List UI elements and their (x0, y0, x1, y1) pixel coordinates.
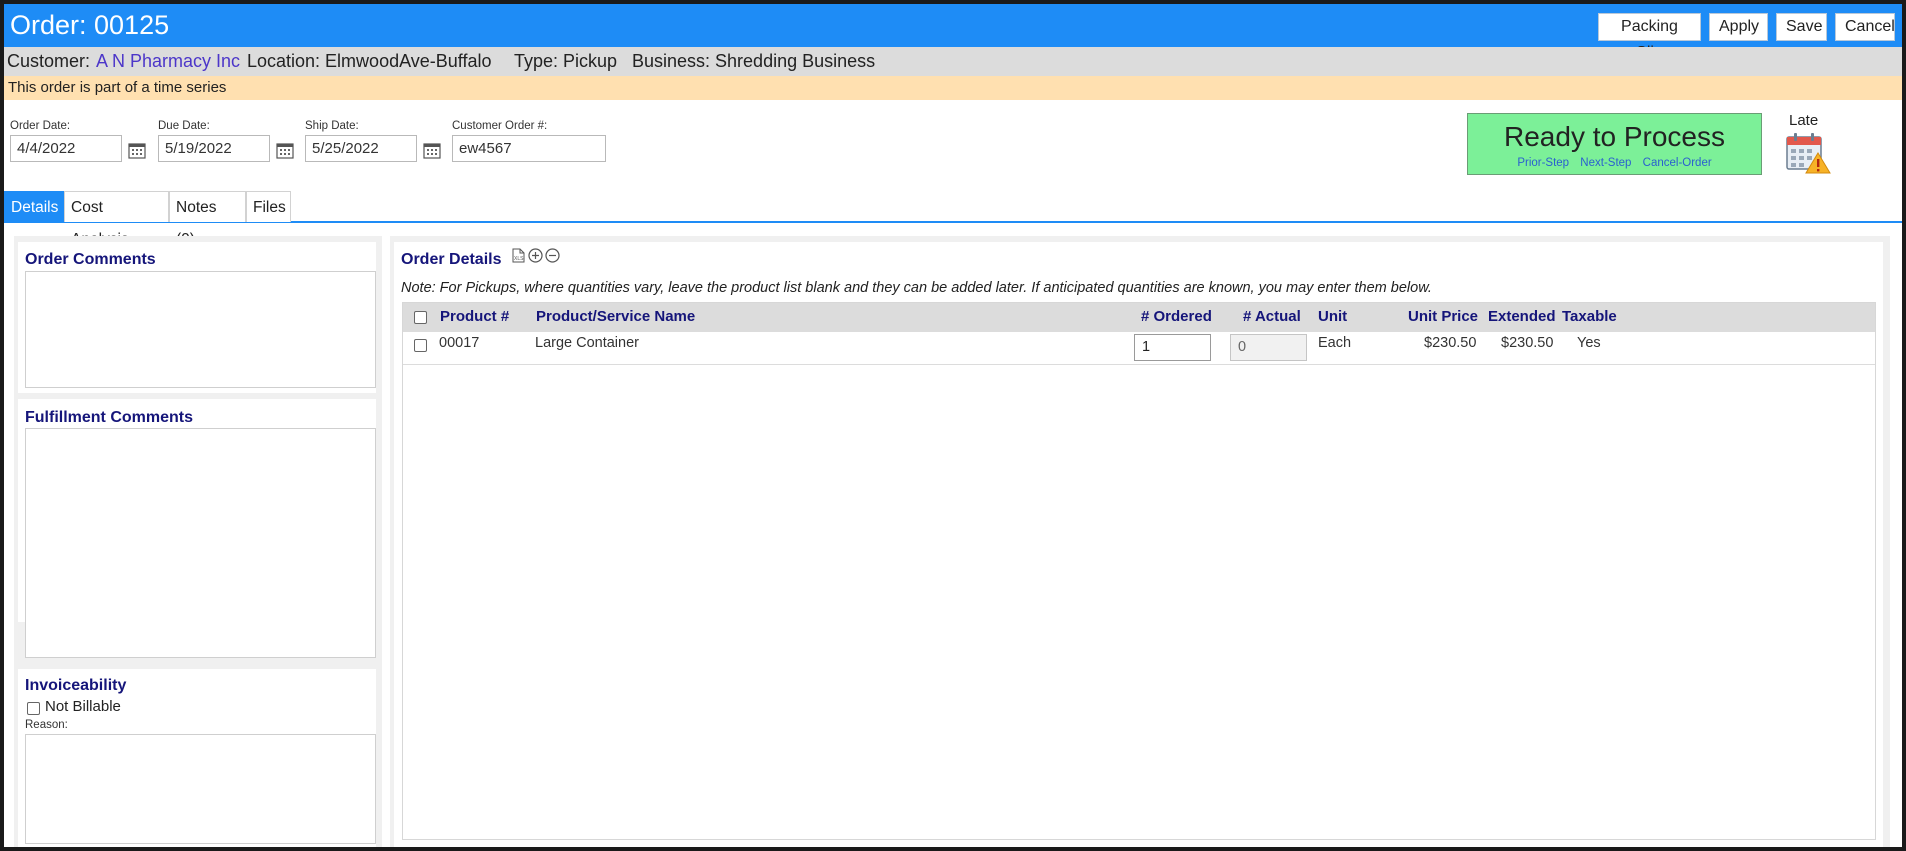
ship-date-input[interactable]: 5/25/2022 (305, 135, 417, 162)
tab-notes[interactable]: Notes (0) (169, 191, 246, 248)
calendar-icon[interactable] (128, 142, 146, 159)
next-step-link[interactable]: Next-Step (1580, 157, 1631, 169)
order-date-label: Order Date: (10, 120, 71, 132)
row-extended: $230.50 (1501, 335, 1554, 351)
row-product-name: Large Container (535, 335, 639, 351)
customer-order-input[interactable]: ew4567 (452, 135, 606, 162)
actual-quantity-input: 0 (1230, 334, 1307, 361)
order-window: Order: 00125 Packing Slip Apply Save Can… (4, 4, 1902, 847)
customer-label: Customer: (7, 51, 91, 71)
title-bar: Order: 00125 Packing Slip Apply Save Can… (4, 4, 1902, 61)
row-product-no: 00017 (439, 335, 480, 351)
save-button[interactable]: Save (1776, 13, 1827, 41)
col-unit-price[interactable]: Unit Price (1408, 308, 1478, 325)
type-text: Type: Pickup (514, 51, 618, 71)
row-divider (403, 364, 1875, 365)
col-product-no[interactable]: Product # (440, 308, 509, 325)
row-unit-price: $230.50 (1424, 335, 1477, 351)
page-title: Order: 00125 (10, 10, 170, 40)
export-icon[interactable]: XLS (511, 248, 526, 263)
customer-order-label: Customer Order #: (452, 120, 548, 132)
apply-button[interactable]: Apply (1709, 13, 1768, 41)
tab-files[interactable]: Files (246, 191, 291, 222)
fulfillment-comments-heading: Fulfillment Comments (25, 409, 194, 426)
invoiceability-section: Invoiceability Not Billable Reason: (18, 669, 376, 847)
fulfillment-comments-textarea[interactable] (25, 428, 376, 658)
remove-circle-icon[interactable] (545, 248, 560, 263)
late-label: Late (1789, 112, 1819, 129)
comments-panel: Order Comments Fulfillment Comments Invo… (14, 236, 382, 847)
fulfillment-comments-section: Fulfillment Comments (18, 399, 376, 658)
row-taxable: Yes (1577, 335, 1601, 351)
tab-cost-analysis[interactable]: Cost Analysis (64, 191, 169, 248)
order-comments-section: Order Comments (18, 242, 376, 393)
order-comments-heading: Order Comments (25, 251, 156, 268)
due-date-input[interactable]: 5/19/2022 (158, 135, 270, 162)
ordered-quantity-input[interactable]: 1 (1134, 334, 1211, 361)
customer-link[interactable]: A N Pharmacy Inc (96, 47, 240, 76)
add-circle-icon[interactable] (528, 248, 543, 263)
prior-step-link[interactable]: Prior-Step (1517, 157, 1569, 169)
order-lines-grid: Product # Product/Service Name # Ordered… (402, 302, 1876, 840)
order-info-bar: Customer: A N Pharmacy Inc Location: Elm… (4, 47, 1902, 76)
grid-header: Product # Product/Service Name # Ordered… (403, 303, 1875, 332)
late-calendar-warning-icon (1786, 133, 1831, 174)
calendar-icon[interactable] (276, 142, 294, 159)
col-extended[interactable]: Extended (1488, 308, 1556, 325)
pickup-note: Note: For Pickups, where quantities vary… (401, 280, 1432, 296)
status-label: Ready to Process (1504, 121, 1725, 152)
tab-details[interactable]: Details (4, 191, 64, 222)
not-billable-checkbox[interactable] (27, 702, 40, 715)
col-taxable[interactable]: Taxable (1562, 308, 1617, 325)
cancel-order-link[interactable]: Cancel-Order (1643, 157, 1712, 169)
cancel-button[interactable]: Cancel (1835, 13, 1895, 41)
status-panel: Ready to Process Prior-Step Next-Step Ca… (1467, 113, 1762, 175)
col-product-name[interactable]: Product/Service Name (536, 308, 695, 325)
reason-textarea[interactable] (25, 734, 376, 844)
svg-text:XLS: XLS (514, 256, 524, 262)
select-all-checkbox[interactable] (414, 311, 427, 324)
col-ordered[interactable]: # Ordered (1141, 308, 1212, 325)
order-details-panel: Order Details XLS Note: For Pickups, whe… (390, 236, 1890, 847)
order-details-heading: Order Details (401, 251, 502, 268)
tab-bar: Details Cost Analysis Notes (0) Files (4, 191, 1902, 248)
not-billable-label: Not Billable (45, 698, 121, 715)
due-date-label: Due Date: (158, 120, 210, 132)
calendar-icon[interactable] (423, 142, 441, 159)
business-text: Business: Shredding Business (632, 51, 876, 71)
order-date-input[interactable]: 4/4/2022 (10, 135, 122, 162)
order-comments-textarea[interactable] (25, 271, 376, 388)
time-series-banner: This order is part of a time series (4, 76, 1902, 100)
packing-slip-button[interactable]: Packing Slip (1598, 13, 1701, 61)
ship-date-label: Ship Date: (305, 120, 359, 132)
col-actual[interactable]: # Actual (1243, 308, 1301, 325)
col-unit[interactable]: Unit (1318, 308, 1347, 325)
reason-label: Reason: (25, 719, 68, 731)
invoiceability-heading: Invoiceability (25, 677, 127, 694)
location-text: Location: ElmwoodAve-Buffalo (247, 51, 492, 71)
row-checkbox[interactable] (414, 339, 427, 352)
row-unit: Each (1318, 335, 1352, 351)
